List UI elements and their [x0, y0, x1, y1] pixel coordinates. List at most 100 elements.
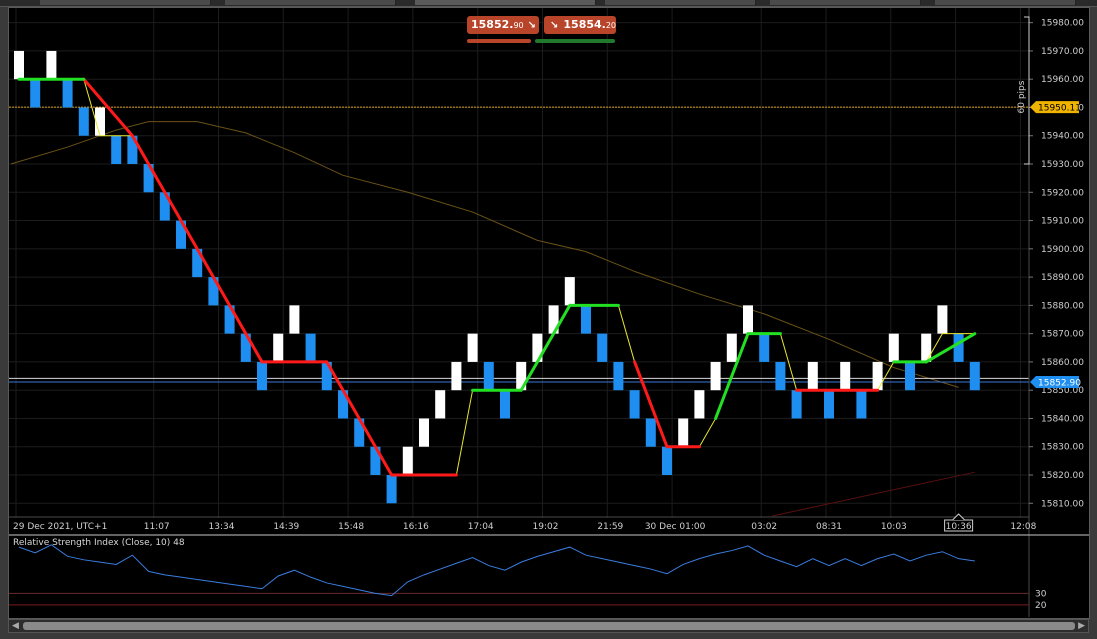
- renko-brick-down: [62, 79, 73, 108]
- price-tick-label: 15890.00: [1041, 273, 1084, 283]
- renko-brick-down: [775, 361, 786, 391]
- time-tick-label: 11:07: [144, 522, 170, 532]
- renko-brick-up: [451, 361, 462, 391]
- buy-price-main: 15854.: [563, 18, 606, 31]
- sell-volume-bar: [467, 39, 531, 43]
- renko-brick-down: [581, 305, 591, 334]
- renko-brick-down: [305, 333, 316, 362]
- renko-brick-down: [629, 390, 640, 419]
- renko-brick-up: [678, 418, 689, 447]
- rsi-level-label: 30: [1035, 589, 1047, 599]
- price-tick-label: 15900.00: [1041, 245, 1084, 255]
- buy-price-sub: 20: [605, 21, 617, 30]
- renko-brick-down: [969, 361, 980, 391]
- renko-brick-down: [791, 390, 802, 419]
- renko-brick-up: [467, 333, 478, 362]
- sell-price-main: 15852.: [471, 18, 514, 31]
- tab[interactable]: [40, 0, 211, 5]
- target-price-label: 15950.11: [1038, 104, 1081, 114]
- arrow-down-right-icon: ↘: [527, 20, 537, 31]
- tab[interactable]: [770, 0, 921, 5]
- renko-brick-up: [46, 50, 57, 80]
- tab[interactable]: [935, 0, 1076, 5]
- rsi-level-label: 20: [1035, 601, 1047, 611]
- time-tick-label: 30 Dec 01:00: [645, 522, 706, 532]
- price-tick-label: 15920.00: [1041, 188, 1084, 198]
- time-tick-label: 08:31: [816, 522, 842, 532]
- renko-brick-up: [435, 390, 446, 419]
- time-tick-label: 29 Dec 2021, UTC+1: [13, 522, 107, 532]
- renko-brick-down: [386, 475, 397, 504]
- renko-brick-up: [402, 446, 413, 476]
- arrow-down-right-icon: ↘: [550, 20, 559, 31]
- renko-brick-down: [78, 107, 89, 136]
- chart-canvas[interactable]: 15980.0015970.0015960.0015950.0015940.00…: [9, 8, 1089, 618]
- scroll-thumb[interactable]: [23, 622, 1075, 630]
- price-tick-label: 15930.00: [1041, 160, 1084, 170]
- renko-brick-up: [921, 333, 932, 362]
- renko-brick-up: [273, 333, 284, 362]
- price-tick-label: 15810.00: [1041, 499, 1084, 509]
- time-tick-label: 14:39: [273, 522, 299, 532]
- time-tick-label: 12:08: [1010, 522, 1036, 532]
- renko-brick-up: [564, 277, 575, 306]
- scroll-left-icon[interactable]: ◀: [12, 620, 19, 632]
- tab-strip: [0, 0, 1097, 7]
- renko-brick-up: [743, 305, 753, 334]
- renko-brick-down: [500, 390, 510, 419]
- time-tick-label: 16:16: [403, 522, 429, 532]
- bid-price-label: 15852.90: [1038, 378, 1081, 388]
- time-tick-label: 19:02: [533, 522, 559, 532]
- renko-brick-down: [905, 361, 915, 391]
- renko-brick-up: [840, 361, 851, 391]
- sell-button[interactable]: 15852.90 ↘: [467, 16, 539, 34]
- price-tick-label: 15910.00: [1041, 217, 1084, 227]
- renko-brick-down: [662, 446, 672, 476]
- price-tick-label: 15840.00: [1041, 414, 1084, 424]
- renko-brick-down: [645, 418, 656, 447]
- horizontal-scrollbar[interactable]: ◀ ▶: [8, 619, 1089, 633]
- time-tick-label: 10:03: [881, 522, 907, 532]
- sell-price-sub: 90: [513, 21, 524, 30]
- buy-button[interactable]: ↘ 15854.20: [544, 16, 616, 34]
- time-tick-label: 17:04: [468, 522, 494, 532]
- renko-brick-up: [694, 390, 705, 419]
- renko-brick-up: [888, 333, 899, 362]
- time-tick-label: 03:02: [751, 522, 777, 532]
- buy-volume-bar: [535, 39, 615, 43]
- range-label: 60 pips: [1017, 80, 1027, 113]
- renko-brick-up: [710, 361, 721, 391]
- time-tick-label: 21:59: [597, 522, 623, 532]
- renko-brick-down: [257, 361, 267, 391]
- renko-brick-down: [953, 333, 964, 362]
- renko-brick-up: [726, 333, 737, 362]
- time-tick-label: 15:48: [338, 522, 364, 532]
- price-tick-label: 15870.00: [1041, 330, 1084, 340]
- tab-active[interactable]: [415, 0, 596, 5]
- price-tick-label: 15980.00: [1041, 19, 1084, 29]
- renko-brick-up: [14, 50, 24, 80]
- renko-brick-up: [419, 418, 429, 447]
- price-tick-label: 15960.00: [1041, 75, 1084, 85]
- renko-brick-down: [111, 135, 122, 165]
- price-tick-label: 15830.00: [1041, 443, 1084, 453]
- price-tick-label: 15820.00: [1041, 471, 1084, 481]
- renko-brick-down: [30, 79, 41, 108]
- price-tick-label: 15880.00: [1041, 301, 1084, 311]
- renko-brick-up: [937, 305, 948, 334]
- renko-brick-down: [483, 361, 494, 391]
- price-tick-label: 15940.00: [1041, 132, 1084, 142]
- renko-brick-up: [289, 305, 300, 334]
- renko-brick-down: [824, 390, 834, 419]
- rsi-title: Relative Strength Index (Close, 10) 48: [13, 538, 185, 548]
- scroll-right-icon[interactable]: ▶: [1078, 620, 1085, 632]
- tab[interactable]: [225, 0, 396, 5]
- tab[interactable]: [605, 0, 756, 5]
- renko-brick-up: [872, 361, 883, 391]
- price-tick-label: 15860.00: [1041, 358, 1084, 368]
- renko-brick-down: [856, 390, 867, 419]
- renko-brick-down: [759, 333, 770, 362]
- renko-brick-up: [807, 361, 818, 391]
- chart-window: 15980.0015970.0015960.0015950.0015940.00…: [8, 7, 1090, 619]
- renko-brick-up: [95, 107, 105, 136]
